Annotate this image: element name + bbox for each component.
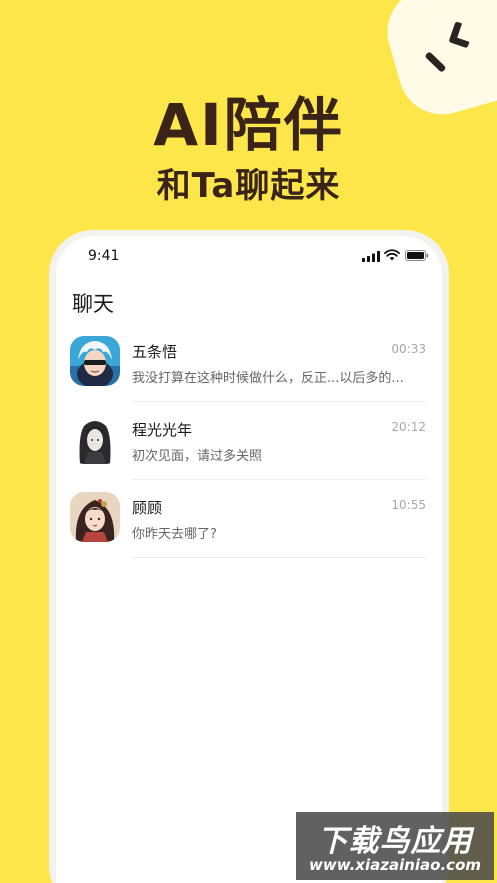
chat-time: 20:12 xyxy=(391,420,426,434)
page-title: 聊天 xyxy=(72,292,114,316)
chat-name: 顾顾 xyxy=(132,499,163,517)
mascot-eye-right xyxy=(448,21,475,49)
chat-time: 10:55 xyxy=(391,498,426,512)
status-bar: 9:41 xyxy=(56,236,442,276)
battery-icon xyxy=(405,250,429,261)
watermark-title: 下载鸟应用 xyxy=(317,824,473,859)
divider xyxy=(132,557,426,558)
chat-preview: 初次见面，请过多关照 xyxy=(132,449,263,464)
avatar-ancient-girl-icon xyxy=(70,492,120,542)
chat-item-chengguang[interactable]: 程光光年 20:12 初次见面，请过多关照 xyxy=(56,402,442,480)
watermark-url: www.xiazainiao.com xyxy=(308,856,482,874)
chat-preview: 我没打算在这种时候做什么，反正...以后多的... xyxy=(132,371,404,386)
chat-item-gojo[interactable]: 五条悟 00:33 我没打算在这种时候做什么，反正...以后多的... xyxy=(56,324,442,402)
chat-list: 五条悟 00:33 我没打算在这种时候做什么，反正...以后多的... 程光光年… xyxy=(56,324,442,558)
chat-name: 程光光年 xyxy=(132,421,193,439)
chat-name: 五条悟 xyxy=(132,343,178,361)
hero-title: AI陪伴 xyxy=(153,91,344,159)
wifi-icon xyxy=(384,249,400,261)
watermark-logo: 下载鸟应用 www.xiazainiao.com xyxy=(296,812,494,880)
chat-item-gugu[interactable]: 顾顾 10:55 你昨天去哪了? xyxy=(56,480,442,558)
chat-time: 00:33 xyxy=(391,342,426,356)
avatar-dark-hair-icon xyxy=(70,414,120,464)
avatar-white-hair-icon xyxy=(70,336,120,386)
chat-preview: 你昨天去哪了? xyxy=(132,527,217,542)
mascot-eye-left xyxy=(424,51,447,73)
signal-icon xyxy=(362,251,380,262)
phone-screen: 9:41 聊天 五条悟 00:33 我没打算在这种时候做什么，反正...以后多的… xyxy=(56,236,442,883)
hero-subtitle: 和Ta聊起来 xyxy=(156,166,341,206)
status-time: 9:41 xyxy=(88,248,120,264)
